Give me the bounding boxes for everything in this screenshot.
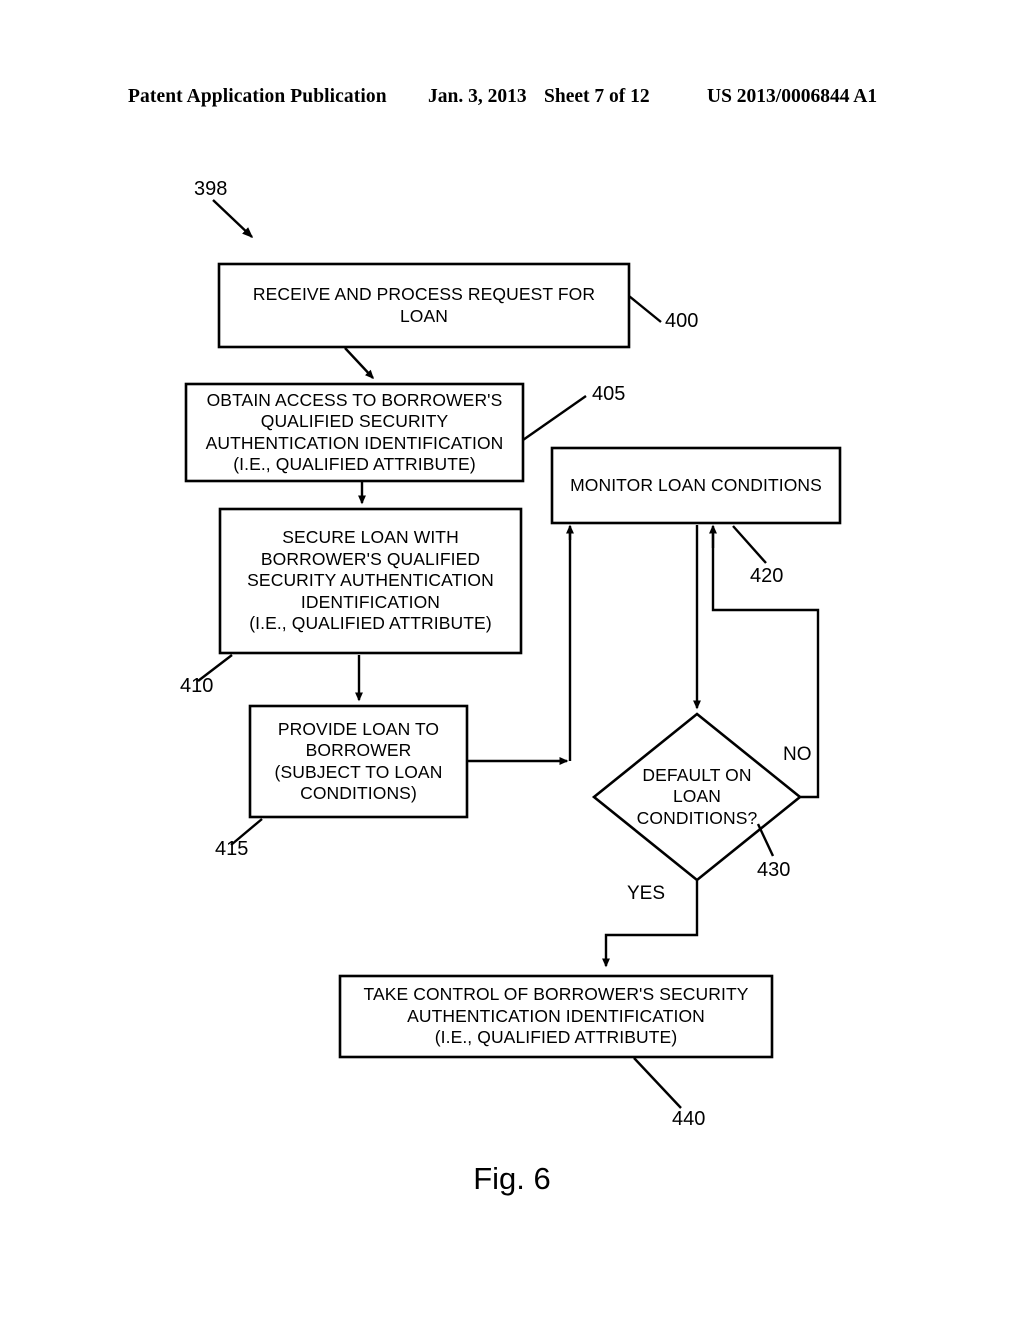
process-box-420: [550, 446, 842, 525]
reference-numeral-430: 430: [757, 859, 791, 881]
reference-numeral-440: 440: [672, 1108, 706, 1130]
process-box-415: [248, 704, 469, 819]
reference-numeral-400: 400: [665, 310, 699, 332]
process-box-410: [218, 507, 523, 655]
patent-figure-page: Patent Application Publication Jan. 3, 2…: [0, 0, 1024, 1320]
process-box-440: [338, 974, 774, 1059]
leader-398: [212, 199, 254, 239]
reference-numeral-398: 398: [194, 178, 228, 200]
reference-numeral-420: 420: [750, 565, 784, 587]
leader-430: [756, 823, 775, 857]
figure-caption: Fig. 6: [473, 1161, 551, 1196]
branch-label-yes: YES: [627, 883, 666, 904]
reference-numeral-410: 410: [180, 675, 214, 697]
leader-440: [633, 1057, 682, 1109]
leader-420: [732, 525, 767, 564]
reference-numeral-415: 415: [215, 838, 249, 860]
connector-400-to-405: [344, 347, 374, 380]
leader-405: [522, 395, 587, 441]
process-box-405: [184, 382, 525, 483]
branch-label-no: NO: [783, 744, 812, 765]
flowchart-graphic: [184, 199, 842, 1109]
reference-numeral-405: 405: [592, 383, 626, 405]
process-box-400: [217, 262, 631, 349]
decision-diamond-430: [591, 712, 803, 882]
leader-400: [628, 295, 662, 323]
